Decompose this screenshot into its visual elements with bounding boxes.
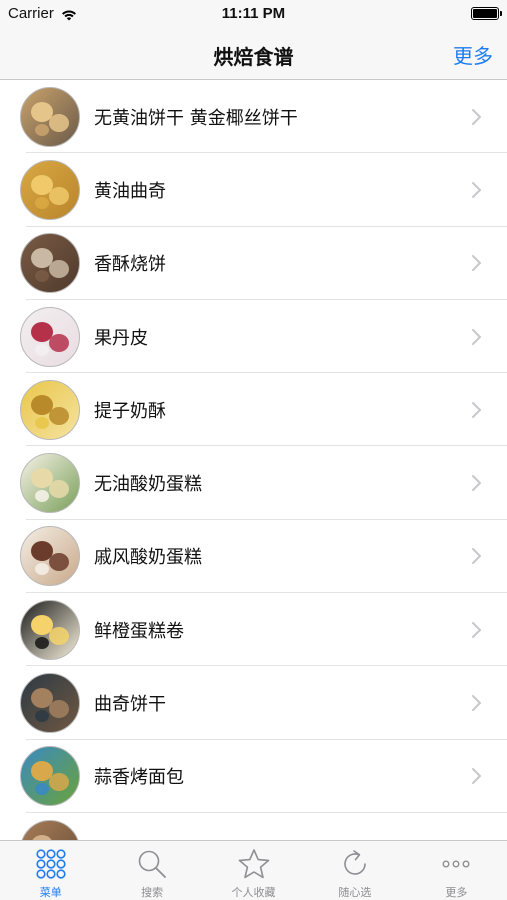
- chevron-right-icon: [472, 328, 481, 345]
- grid-icon: [36, 849, 66, 879]
- recipe-row[interactable]: 无油酸奶蛋糕: [0, 446, 507, 520]
- tab-grid[interactable]: 菜单: [0, 841, 101, 900]
- app-screen: Carrier 11:11 PM 烘焙食谱 更多 无黄油饼干 黄金椰丝饼干 黄油曲…: [0, 0, 507, 900]
- chevron-right-icon: [472, 621, 481, 638]
- star-icon: [238, 849, 269, 879]
- recipe-title: 香酥烧饼: [94, 254, 166, 276]
- recipe-title: 果丹皮: [94, 327, 148, 349]
- chevron-right-icon: [472, 401, 481, 418]
- recipe-thumbnail-butter-cookies: [20, 159, 80, 220]
- recipe-thumbnail-partial: [20, 819, 80, 840]
- recipe-thumbnail-yogurt-cake: [20, 453, 80, 514]
- recipe-title: 提子奶酥: [94, 400, 166, 422]
- tab-label: 随心选: [338, 886, 372, 899]
- recipe-title: 无黄油饼干 黄金椰丝饼干: [94, 107, 298, 129]
- page-title: 烘焙食谱: [213, 45, 294, 69]
- recipe-title: 鲜橙蛋糕卷: [94, 620, 184, 642]
- recipe-row[interactable]: 提子奶酥: [0, 373, 507, 447]
- recipe-row[interactable]: 果丹皮: [0, 300, 507, 374]
- tab-star[interactable]: 个人收藏: [203, 841, 304, 900]
- recipe-thumbnail-garlic-bread: [20, 746, 80, 807]
- navigation-bar: 烘焙食谱 更多: [0, 28, 507, 80]
- search-icon: [138, 850, 167, 878]
- recipe-row[interactable]: 蒜香烤面包: [0, 740, 507, 813]
- tab-label: 个人收藏: [231, 886, 276, 899]
- chevron-right-icon: [472, 475, 481, 492]
- recipe-row[interactable]: 戚风酸奶蛋糕: [0, 520, 507, 594]
- recipe-row[interactable]: 香酥烧饼: [0, 227, 507, 300]
- recipe-row[interactable]: [0, 813, 507, 840]
- chevron-right-icon: [472, 548, 481, 565]
- recipe-thumbnail-raisin-crumble: [20, 379, 80, 440]
- battery-icon: [471, 7, 502, 20]
- recipe-row[interactable]: 曲奇饼干: [0, 666, 507, 740]
- status-time: 11:11 PM: [221, 5, 286, 22]
- recipe-title: 戚风酸奶蛋糕: [94, 547, 202, 569]
- tab-more[interactable]: 更多: [406, 841, 507, 900]
- recipe-thumbnail-orange-roll: [20, 599, 80, 660]
- tab-search[interactable]: 搜索: [101, 841, 202, 900]
- tab-bar: 菜单 搜索 个人收藏 随心选 更多: [0, 840, 507, 900]
- recipe-thumbnail-cookies: [20, 673, 80, 734]
- recipe-title: 黄油曲奇: [94, 180, 166, 202]
- recipe-row[interactable]: 无黄油饼干 黄金椰丝饼干: [0, 80, 507, 154]
- status-bar: Carrier 11:11 PM: [0, 0, 507, 28]
- chevron-right-icon: [472, 695, 481, 712]
- chevron-right-icon: [472, 181, 481, 198]
- recipe-thumbnail-flatbread: [20, 233, 80, 294]
- chevron-right-icon: [472, 108, 481, 125]
- tab-label: 搜索: [141, 886, 164, 899]
- refresh-icon: [344, 850, 366, 875]
- tab-label: 更多: [445, 886, 468, 899]
- tab-refresh[interactable]: 随心选: [304, 841, 405, 900]
- recipe-thumbnail-fruit-leather: [20, 306, 80, 367]
- recipe-thumbnail-coconut-cookies: [20, 86, 80, 147]
- recipe-list[interactable]: 无黄油饼干 黄金椰丝饼干 黄油曲奇香酥烧饼果丹皮提子奶酥无油酸奶蛋糕 戚风酸奶蛋糕鲜…: [0, 80, 507, 840]
- recipe-row[interactable]: 鲜橙蛋糕卷: [0, 593, 507, 667]
- recipe-title: 无油酸奶蛋糕: [94, 474, 202, 496]
- more-button[interactable]: 更多: [453, 40, 493, 69]
- tab-label: 菜单: [39, 886, 62, 899]
- chevron-right-icon: [472, 255, 481, 272]
- chevron-right-icon: [472, 768, 481, 785]
- recipe-title: 蒜香烤面包: [94, 767, 184, 789]
- recipe-thumbnail-chiffon-cake: [20, 526, 80, 587]
- more-icon: [442, 860, 470, 868]
- recipe-title: 曲奇饼干: [94, 694, 166, 716]
- recipe-row[interactable]: 黄油曲奇: [0, 153, 507, 227]
